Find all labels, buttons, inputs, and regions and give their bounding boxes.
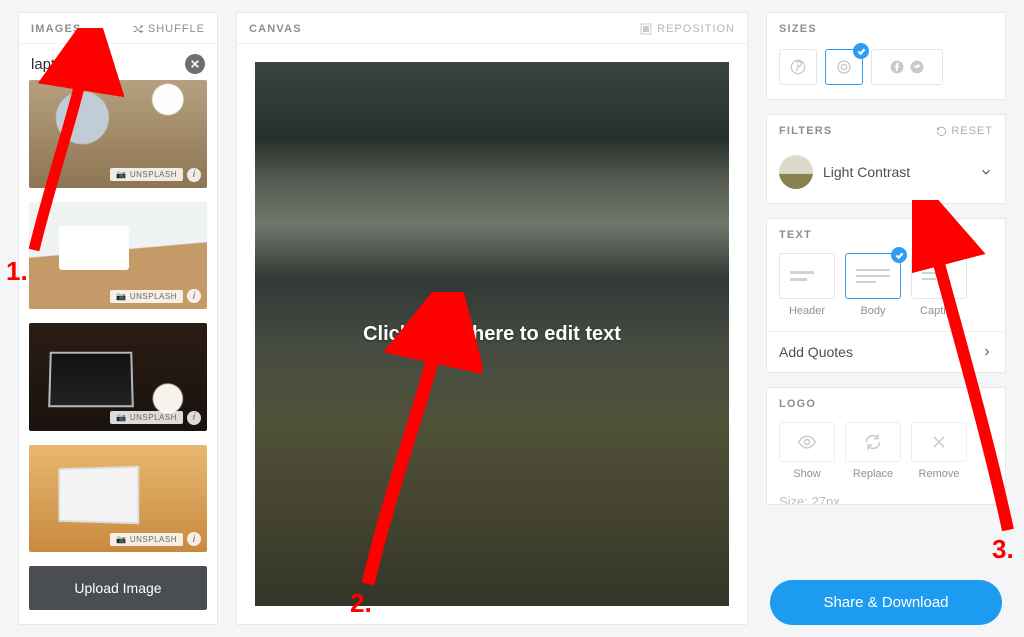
images-title: IMAGES — [31, 23, 82, 35]
info-icon[interactable]: i — [187, 289, 201, 303]
image-result[interactable]: 📷 UNSPLASH i — [29, 445, 207, 553]
settings-panel: SIZES — [766, 12, 1006, 625]
sizes-header: SIZES — [767, 13, 1005, 43]
app-root: IMAGES SHUFFLE 📷 UNSPLASH i 📷 UNSPLASH — [0, 0, 1024, 637]
sizes-row — [779, 49, 993, 85]
credit-badge: 📷 UNSPLASH — [110, 411, 183, 424]
logo-card: LOGO Show Replace Remove Size: 27px — [766, 387, 1006, 505]
facebook-icon — [890, 60, 904, 74]
right-bottom: Share & Download — [766, 519, 1006, 625]
text-options: Header Body Caption — [767, 249, 1005, 321]
image-result[interactable]: 📷 UNSPLASH i — [29, 80, 207, 188]
reset-filters-button[interactable]: RESET — [936, 125, 993, 137]
add-quotes-label[interactable]: Add Quotes — [779, 344, 853, 360]
info-icon[interactable]: i — [187, 411, 201, 425]
credit-badge: 📷 UNSPLASH — [110, 290, 183, 303]
check-badge-icon — [891, 247, 907, 263]
filter-preview: Light Contrast — [779, 155, 910, 189]
reset-label: RESET — [951, 125, 993, 137]
text-option-label: Caption — [920, 305, 958, 317]
filter-name: Light Contrast — [823, 164, 910, 180]
check-badge-icon — [853, 43, 869, 59]
logo-replace-button[interactable]: Replace — [845, 422, 901, 480]
reset-icon — [936, 126, 947, 137]
sizes-body — [767, 43, 1005, 99]
image-result[interactable]: 📷 UNSPLASH i — [29, 202, 207, 310]
image-result[interactable]: 📷 UNSPLASH i — [29, 323, 207, 431]
reposition-label: REPOSITION — [657, 23, 735, 35]
reposition-icon — [640, 23, 652, 35]
chevron-down-icon — [979, 165, 993, 179]
image-credit: 📷 UNSPLASH i — [110, 289, 201, 303]
text-option-caption[interactable]: Caption — [911, 253, 967, 317]
close-icon — [929, 432, 949, 452]
search-input[interactable] — [31, 56, 170, 73]
info-icon[interactable]: i — [187, 168, 201, 182]
shuffle-button[interactable]: SHUFFLE — [132, 23, 205, 35]
canvas-text-placeholder[interactable]: Click twice here to edit text — [363, 323, 621, 346]
reposition-button[interactable]: REPOSITION — [640, 23, 735, 35]
text-option-header[interactable]: Header — [779, 253, 835, 317]
chevron-right-icon[interactable] — [981, 346, 993, 358]
size-option-social[interactable] — [871, 49, 943, 85]
text-option-box — [845, 253, 901, 299]
credit-badge: 📷 UNSPLASH — [110, 533, 183, 546]
canvas-title: CANVAS — [249, 23, 302, 35]
image-results: 📷 UNSPLASH i 📷 UNSPLASH i 📷 UNSPLASH i 📷 — [19, 80, 217, 552]
add-quotes-row: Add Quotes — [767, 331, 1005, 372]
clear-search-button[interactable] — [185, 54, 205, 74]
image-credit: 📷 UNSPLASH i — [110, 168, 201, 182]
text-option-label: Header — [789, 305, 825, 317]
text-option-body[interactable]: Body — [845, 253, 901, 317]
twitter-icon — [910, 60, 924, 74]
quotes-nav — [959, 346, 993, 358]
credit-badge: 📷 UNSPLASH — [110, 168, 183, 181]
canvas-wrap: Click twice here to edit text — [237, 44, 747, 624]
logo-title: LOGO — [779, 398, 816, 410]
logo-show-button[interactable]: Show — [779, 422, 835, 480]
pinterest-icon — [790, 59, 806, 75]
logo-remove-button[interactable]: Remove — [911, 422, 967, 480]
shuffle-label: SHUFFLE — [148, 23, 205, 35]
logo-size-label: Size: 27px — [767, 486, 1005, 505]
image-credit: 📷 UNSPLASH i — [110, 532, 201, 546]
shuffle-icon — [132, 23, 144, 35]
text-header: TEXT — [767, 219, 1005, 249]
logo-header: LOGO — [767, 388, 1005, 418]
text-option-box — [779, 253, 835, 299]
text-option-label: Body — [860, 305, 885, 317]
share-download-button[interactable]: Share & Download — [770, 580, 1002, 625]
close-icon — [190, 59, 200, 69]
text-option-box — [911, 253, 967, 299]
canvas-area[interactable]: Click twice here to edit text — [255, 62, 729, 606]
text-card: TEXT Header Body Caption — [766, 218, 1006, 373]
canvas-header: CANVAS REPOSITION — [237, 13, 747, 44]
filters-card: FILTERS RESET Light Contrast — [766, 114, 1006, 204]
filter-thumbnail — [779, 155, 813, 189]
images-header: IMAGES SHUFFLE — [19, 13, 217, 44]
filters-header: FILTERS RESET — [767, 115, 1005, 145]
filters-title: FILTERS — [779, 125, 832, 137]
refresh-icon — [863, 432, 883, 452]
chevron-left-icon[interactable] — [959, 346, 971, 358]
text-title: TEXT — [779, 229, 812, 241]
sizes-card: SIZES — [766, 12, 1006, 100]
images-panel: IMAGES SHUFFLE 📷 UNSPLASH i 📷 UNSPLASH — [18, 12, 218, 625]
search-row — [19, 44, 217, 80]
instagram-icon — [836, 59, 852, 75]
size-option-instagram[interactable] — [825, 49, 863, 85]
eye-icon — [797, 432, 817, 452]
canvas-panel: CANVAS REPOSITION Click twice here to ed… — [236, 12, 748, 625]
logo-options: Show Replace Remove — [767, 418, 1005, 486]
info-icon[interactable]: i — [187, 532, 201, 546]
upload-image-button[interactable]: Upload Image — [29, 566, 207, 610]
sizes-title: SIZES — [779, 23, 817, 35]
size-option-pinterest[interactable] — [779, 49, 817, 85]
filter-selector[interactable]: Light Contrast — [767, 145, 1005, 203]
image-credit: 📷 UNSPLASH i — [110, 411, 201, 425]
